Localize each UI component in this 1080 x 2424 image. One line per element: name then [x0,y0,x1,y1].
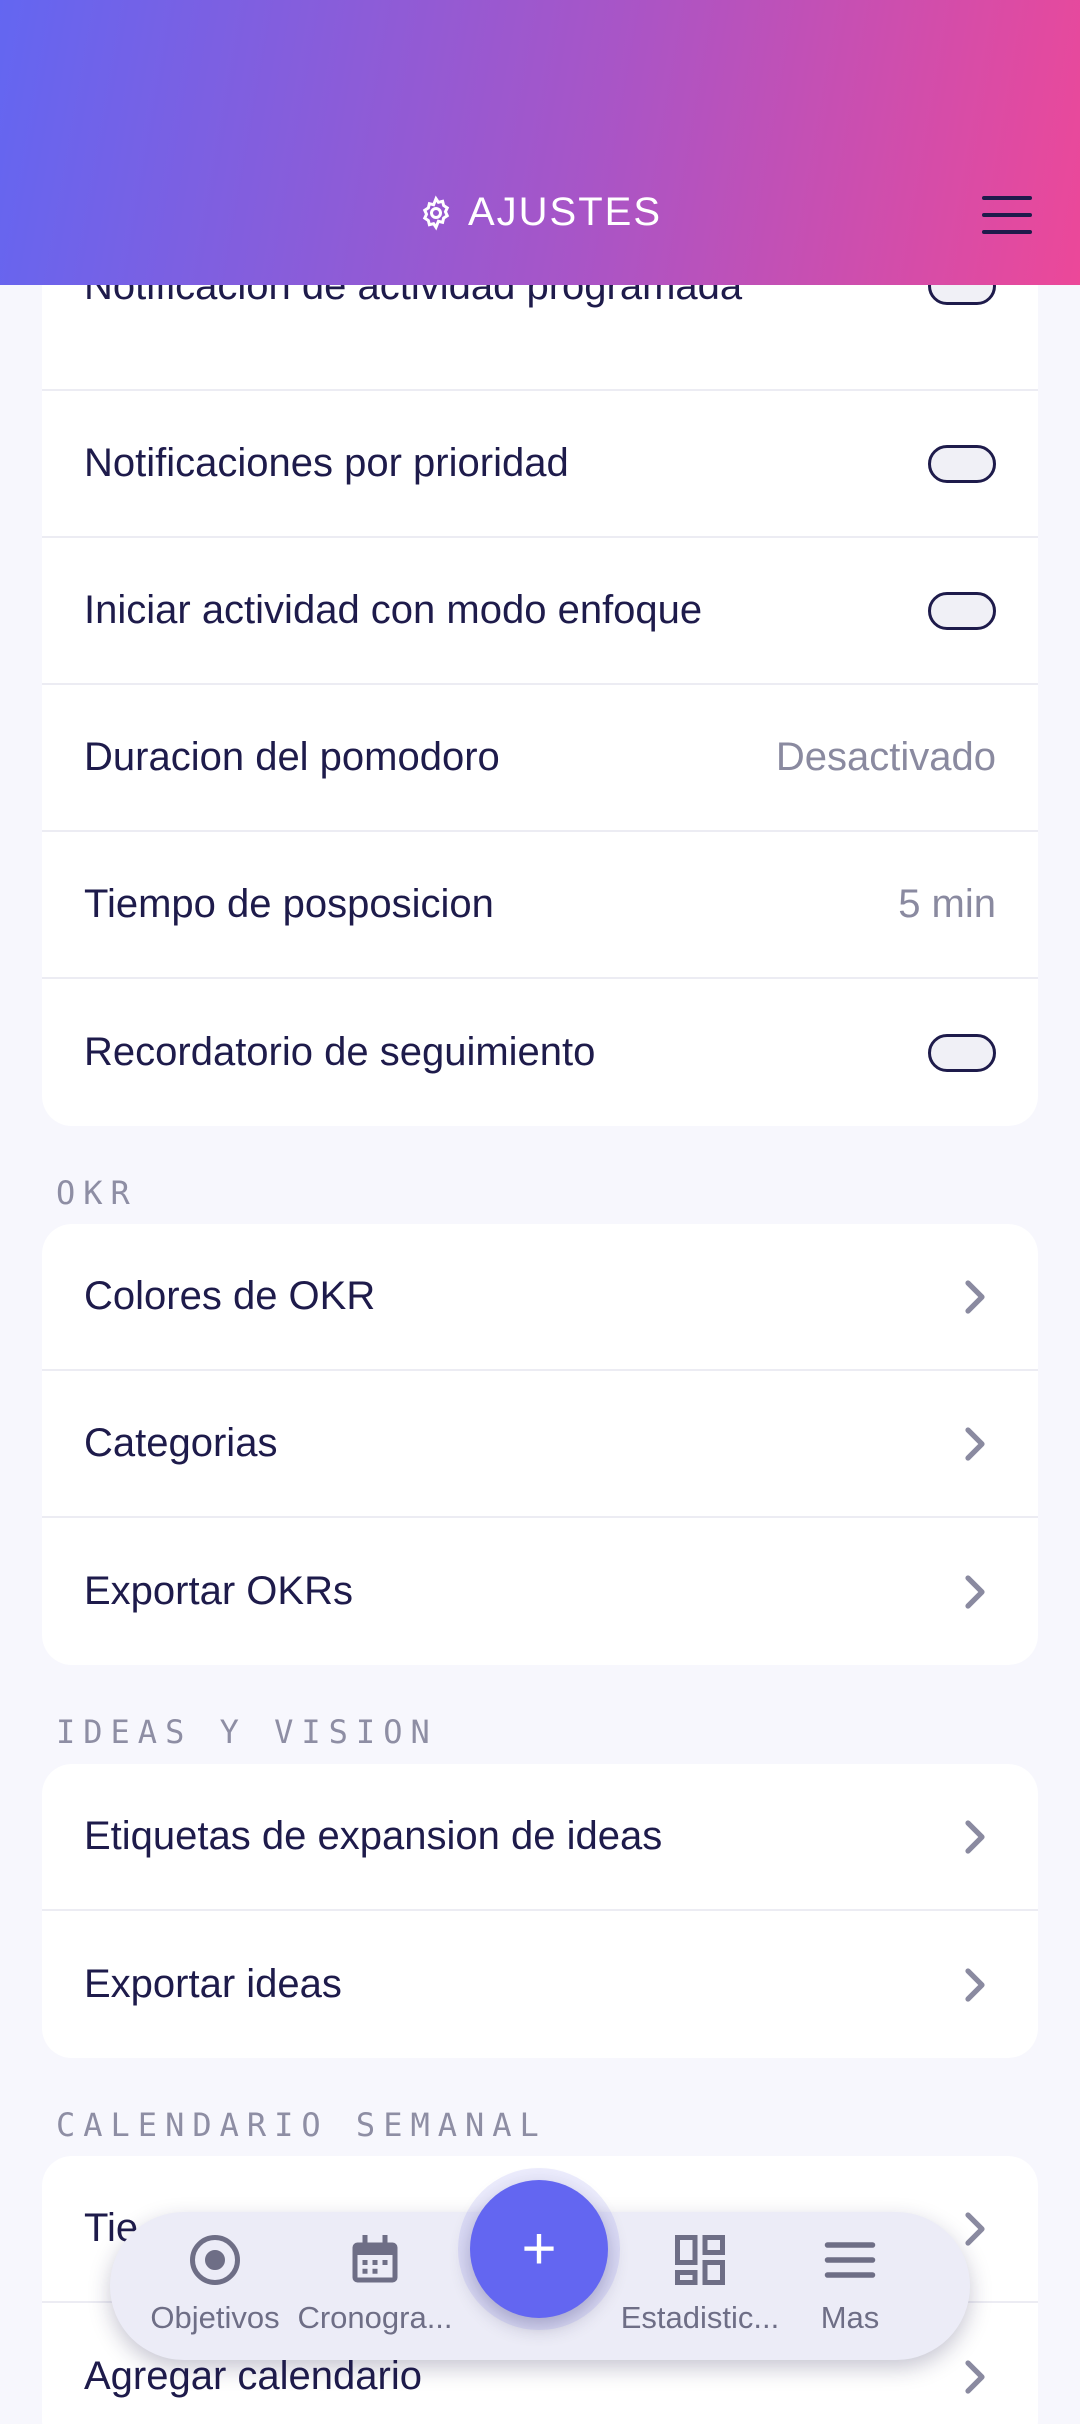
setting-label: Recordatorio de seguimiento [84,1030,596,1074]
chevron-right-icon [965,2211,985,2246]
menu-bar [982,196,1032,200]
okr-card: Colores de OKR Categorias Exportar OKRs [42,1224,1038,1665]
ideas-card: Etiquetas de expansion de ideas Exportar… [42,1764,1038,2058]
chevron-right-icon [965,2359,985,2394]
dashboard-icon [675,2235,725,2285]
notifications-card: Notificacion de actividad programada Not… [42,243,1038,1126]
setting-label: Agregar calendario [84,2354,422,2398]
hamburger-menu-button[interactable] [982,196,1032,234]
plus-icon: + [521,2215,557,2282]
add-button[interactable]: + [470,2180,608,2318]
focus-mode-toggle[interactable] [928,591,996,630]
setting-row-snooze-time[interactable]: Tiempo de posposicion 5 min [42,832,1038,979]
setting-row-focus-mode[interactable]: Iniciar actividad con modo enfoque [42,538,1038,685]
page-title-text: AJUSTES [467,190,663,234]
setting-row-priority-notifications[interactable]: Notificaciones por prioridad [42,391,1038,538]
chevron-right-icon [965,1819,985,1854]
setting-label: Categorias [84,1421,278,1465]
nav-label: Estadistic... [620,2300,780,2335]
section-title-ideas: IDEAS Y VISION [56,1713,438,1751]
chevron-right-icon [965,1426,985,1461]
export-ideas-item[interactable]: Exportar ideas [42,1911,1038,2058]
menu-bar [982,213,1032,217]
export-okrs-item[interactable]: Exportar OKRs [42,1518,1038,1665]
menu-icon [824,2242,876,2278]
setting-label: Exportar ideas [84,1962,342,2006]
setting-label: Exportar OKRs [84,1569,353,1613]
page-title: AJUSTES [0,190,1080,235]
settings-screen: AJUSTES Notificacion de actividad progra… [0,0,1080,2424]
nav-label: Mas [820,2300,880,2335]
setting-row-pomodoro-duration[interactable]: Duracion del pomodoro Desactivado [42,685,1038,832]
calendar-icon [352,2235,398,2283]
nav-label: Objetivos [150,2300,280,2335]
nav-item-objectives[interactable]: Objetivos [130,2230,300,2336]
section-title-okr: OKR [56,1174,138,1212]
nav-item-statistics[interactable]: Estadistic... [615,2230,785,2336]
menu-bar [982,230,1032,234]
chevron-right-icon [965,1279,985,1314]
target-icon [190,2235,240,2285]
setting-label: Iniciar actividad con modo enfoque [84,588,703,632]
nav-item-more[interactable]: Mas [765,2230,935,2336]
setting-row-followup-reminder[interactable]: Recordatorio de seguimiento [42,979,1038,1126]
gear-icon [422,195,450,230]
setting-label: Notificaciones por prioridad [84,441,569,485]
setting-label: Etiquetas de expansion de ideas [84,1814,663,1858]
snooze-time-value: 5 min [898,882,996,926]
nav-item-schedule[interactable]: Cronogra... [290,2230,460,2336]
idea-expansion-tags-item[interactable]: Etiquetas de expansion de ideas [42,1764,1038,1911]
section-title-calendar: CALENDARIO SEMANAL [56,2106,547,2144]
followup-reminder-toggle[interactable] [928,1033,996,1072]
okr-colors-item[interactable]: Colores de OKR [42,1224,1038,1371]
chevron-right-icon [965,1967,985,2002]
nav-label: Cronogra... [297,2300,453,2335]
okr-categories-item[interactable]: Categorias [42,1371,1038,1518]
setting-label: Duracion del pomodoro [84,735,500,779]
setting-label: Colores de OKR [84,1274,376,1318]
setting-label: Tiempo de posposicion [84,882,494,926]
app-header: AJUSTES [0,0,1080,285]
pomodoro-duration-value: Desactivado [775,735,996,779]
chevron-right-icon [965,1574,985,1609]
priority-notifications-toggle[interactable] [928,444,996,483]
